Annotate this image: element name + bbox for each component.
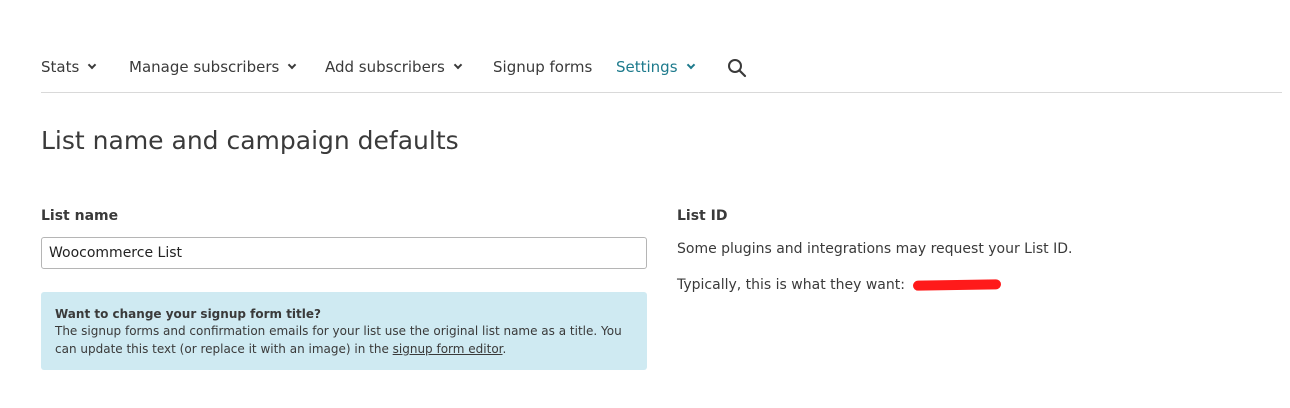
list-id-label: List ID (677, 208, 728, 224)
chevron-down-icon (686, 60, 695, 70)
nav-stats-label: Stats (41, 58, 80, 76)
nav-signup-forms-label: Signup forms (493, 58, 593, 76)
nav-settings-label: Settings (616, 58, 678, 76)
notice-body-end: . (502, 342, 507, 356)
main-nav: Stats Manage subscribers Add subscribers… (41, 48, 1282, 93)
list-id-typical-prefix: Typically, this is what they want: (677, 277, 905, 293)
nav-signup-forms[interactable]: Signup forms (493, 58, 592, 76)
chevron-down-icon (453, 60, 463, 70)
list-id-typical: Typically, this is what they want: (677, 277, 1002, 293)
chevron-down-icon (88, 60, 97, 70)
notice-body: The signup forms and confirmation emails… (55, 322, 633, 358)
notice-body-text: The signup forms and confirmation emails… (55, 324, 622, 356)
signup-title-notice: Want to change your signup form title? T… (41, 292, 647, 370)
notice-title: Want to change your signup form title? (55, 307, 321, 321)
nav-manage-subscribers-label: Manage subscribers (129, 58, 280, 76)
list-id-description: Some plugins and integrations may reques… (677, 241, 1073, 257)
nav-add-subscribers[interactable]: Add subscribers (325, 58, 463, 76)
search-icon[interactable] (727, 58, 747, 78)
list-name-label: List name (41, 208, 119, 224)
signup-form-editor-link[interactable]: signup form editor (393, 342, 503, 356)
chevron-down-icon (288, 60, 297, 70)
nav-settings[interactable]: Settings (616, 58, 695, 76)
nav-add-subscribers-label: Add subscribers (325, 58, 445, 76)
nav-manage-subscribers[interactable]: Manage subscribers (129, 58, 297, 76)
nav-stats[interactable]: Stats (41, 58, 97, 76)
list-name-input[interactable] (41, 237, 647, 269)
redacted-list-id (913, 279, 1002, 291)
page-title: List name and campaign defaults (41, 126, 459, 155)
